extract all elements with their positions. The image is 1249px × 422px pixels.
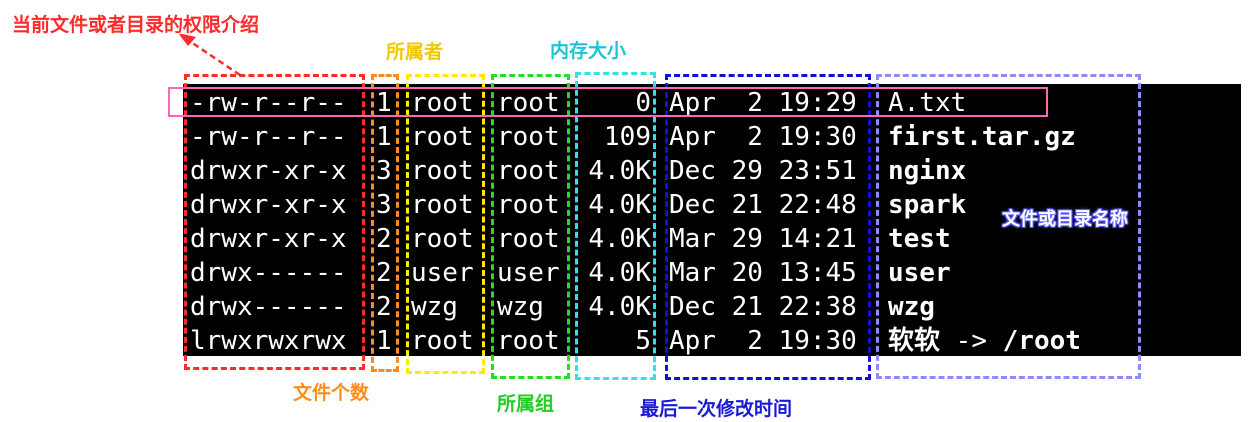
link-count: 3 [376, 156, 392, 186]
permission-string: lrwxrwxrwx [190, 326, 347, 356]
listing-row: -rw-r--r-- 1 root root 109 Apr 2 19:30 first.t… [183, 120, 1241, 154]
listing-row: -rw-r--r-- 1 root root 0 Apr 2 19:29 A.txt [183, 86, 1241, 120]
listing-row: drwxr-xr-x 3 root root 4.0K Dec 29 23:51 nginx [183, 154, 1241, 188]
group-name: root [497, 88, 560, 118]
modified-date: Apr 2 19:30 [669, 326, 857, 356]
file-size: 4.0K [588, 258, 651, 288]
group-name: root [497, 224, 560, 254]
entry-name: 软软 -> /root [888, 324, 1081, 358]
permission-string: -rw-r--r-- [190, 88, 347, 118]
listing-row: drwx------ 2 wzg wzg 4.0K Dec 21 22:38 wzg [183, 290, 1241, 324]
owner-name: root [411, 122, 474, 152]
modified-date: Mar 29 14:21 [669, 224, 857, 254]
group-name: root [497, 156, 560, 186]
entry-name-text: nginx [888, 156, 967, 186]
owner-name: root [411, 224, 474, 254]
entry-name-text: test [888, 224, 951, 254]
entry-name: nginx [888, 154, 966, 188]
permission-string: drwxr-xr-x [190, 190, 347, 220]
file-size: 4.0K [588, 156, 651, 186]
symlink-target: /root [1002, 326, 1081, 356]
entry-name: test [888, 222, 951, 256]
symlink-arrow: -> [940, 326, 1003, 356]
entry-name: wzg [888, 290, 935, 324]
listing-row: lrwxrwxrwx 1 root root 5 Apr 2 19:30 软软 -> /ro… [183, 324, 1241, 358]
group-name: wzg [497, 292, 544, 322]
owner-label: 所属者 [386, 41, 444, 63]
modified-date: Apr 2 19:29 [669, 88, 857, 118]
permission-string: -rw-r--r-- [190, 122, 347, 152]
file-size: 4.0K [588, 292, 651, 322]
permission-string: drwx------ [190, 292, 347, 322]
mtime-label: 最后一次修改时间 [640, 398, 793, 420]
name-label: 文件或目录名称 [1002, 209, 1128, 230]
link-count: 2 [376, 258, 392, 288]
link-count: 2 [376, 292, 392, 322]
size-label: 内存大小 [550, 40, 627, 62]
entry-name: A.txt [888, 86, 966, 120]
entry-name: spark [888, 188, 966, 222]
links-label: 文件个数 [293, 382, 370, 404]
listing-row: drwx------ 2 user user 4.0K Mar 20 13:45 user [183, 256, 1241, 290]
owner-name: root [411, 156, 474, 186]
entry-name-text: first.tar.gz [888, 122, 1076, 152]
link-count: 1 [376, 122, 392, 152]
group-label: 所属组 [497, 393, 555, 415]
group-name: root [497, 190, 560, 220]
owner-name: root [411, 190, 474, 220]
group-name: root [497, 122, 560, 152]
link-count: 3 [376, 190, 392, 220]
permission-string: drwxr-xr-x [190, 156, 347, 186]
group-name: root [497, 326, 560, 356]
modified-date: Dec 21 22:48 [669, 190, 857, 220]
entry-name-text: user [888, 258, 951, 288]
permission-string: drwx------ [190, 258, 347, 288]
link-count: 1 [376, 326, 392, 356]
permissions-label: 当前文件或者目录的权限介绍 [12, 14, 260, 36]
file-size: 0 [635, 88, 651, 118]
owner-name: user [411, 258, 474, 288]
owner-name: root [411, 88, 474, 118]
entry-name: first.tar.gz [888, 120, 1076, 154]
owner-name: wzg [411, 292, 458, 322]
entry-name-text: spark [888, 190, 967, 220]
file-size: 5 [635, 326, 651, 356]
entry-name-text: 软软 [888, 326, 941, 356]
owner-name: root [411, 326, 474, 356]
entry-name: user [888, 256, 951, 290]
modified-date: Dec 29 23:51 [669, 156, 857, 186]
file-size: 109 [604, 122, 651, 152]
group-name: user [497, 258, 560, 288]
permission-string: drwxr-xr-x [190, 224, 347, 254]
link-count: 1 [376, 88, 392, 118]
entry-name-text: wzg [888, 292, 935, 322]
link-count: 2 [376, 224, 392, 254]
modified-date: Apr 2 19:30 [669, 122, 857, 152]
file-size: 4.0K [588, 224, 651, 254]
modified-date: Mar 20 13:45 [669, 258, 857, 288]
entry-name-text: A.txt [888, 88, 967, 118]
modified-date: Dec 21 22:38 [669, 292, 857, 322]
file-size: 4.0K [588, 190, 651, 220]
